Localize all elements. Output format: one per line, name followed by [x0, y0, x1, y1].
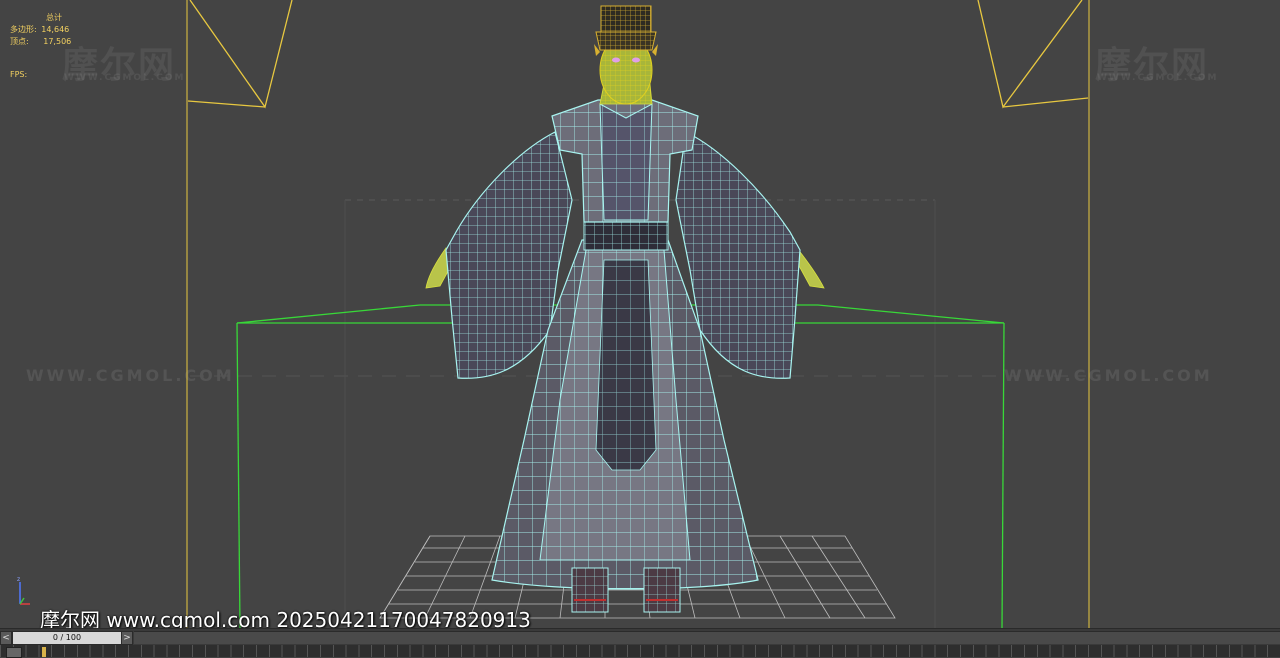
timeline-bar: < 0 / 100 > — [0, 628, 1280, 658]
camera-right-wire — [977, 0, 1083, 109]
perspective-viewport[interactable]: 摩尔网 WWW.CGMOL.COM 摩尔网 WWW.CGMOL.COM WWW.… — [0, 0, 1280, 628]
watermark-caption: 摩尔网 www.cgmol.com 20250421170047820913 — [40, 608, 531, 628]
stats-title: 总计 — [46, 13, 62, 22]
fps-label: FPS: — [10, 70, 28, 79]
camera-right-base — [1002, 97, 1089, 108]
timeline-next-button[interactable]: > — [121, 631, 133, 645]
timeline-prev-button[interactable]: < — [0, 631, 12, 645]
viewport-statistics: 总计 多边形: 14,646 顶点: 17,506 — [10, 12, 71, 48]
polygons-label: 多边形: — [10, 25, 37, 34]
vertices-label: 顶点: — [10, 37, 29, 46]
track-bar-ruler[interactable] — [0, 645, 1280, 657]
svg-text:z: z — [17, 576, 20, 583]
timeline-track[interactable] — [134, 631, 1280, 644]
axis-gizmo-icon: z — [17, 576, 30, 605]
mini-curve-editor-icon[interactable] — [6, 647, 22, 658]
character-model — [425, 5, 825, 613]
camera-left-wire — [189, 0, 293, 109]
time-slider[interactable]: 0 / 100 — [12, 631, 122, 645]
polygons-value: 14,646 — [41, 25, 70, 34]
camera-left-base — [187, 100, 266, 108]
vertices-value: 17,506 — [43, 37, 72, 46]
viewport-scene — [186, 0, 1090, 628]
